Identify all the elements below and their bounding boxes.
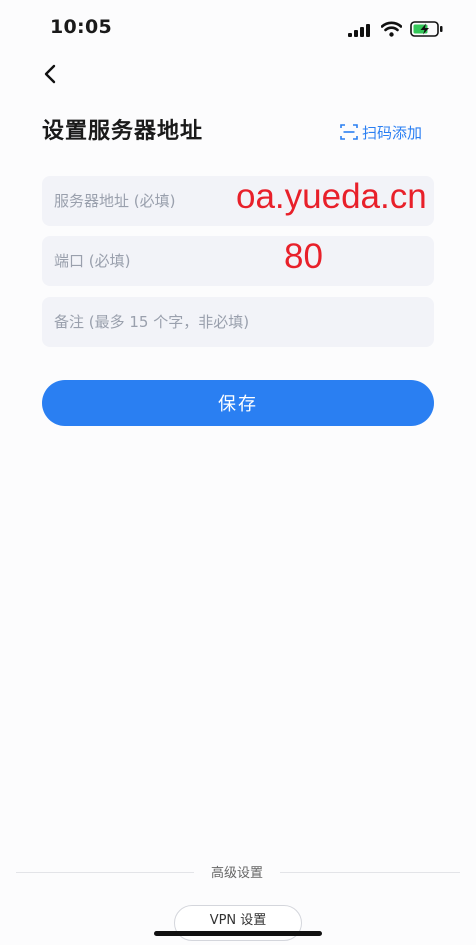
- page-title: 设置服务器地址: [42, 119, 204, 144]
- status-bar: 10:05: [0, 0, 476, 56]
- status-time: 10:05: [50, 16, 112, 38]
- cellular-signal-icon: [348, 24, 370, 37]
- port-field[interactable]: [42, 236, 434, 286]
- advanced-settings-label: 高级设置: [210, 866, 263, 881]
- home-indicator: [154, 931, 322, 936]
- scan-add-button[interactable]: 扫码添加: [340, 120, 422, 144]
- battery-charging-icon: [410, 21, 443, 37]
- port-input[interactable]: [42, 236, 434, 286]
- back-icon[interactable]: [38, 60, 64, 88]
- scan-add-label: 扫码添加: [362, 123, 423, 142]
- note-input[interactable]: [42, 297, 434, 347]
- divider-left: [16, 872, 194, 873]
- wifi-icon: [381, 21, 402, 37]
- server-address-annotation: oa.yueda.cn: [236, 177, 427, 216]
- divider-right: [280, 872, 460, 873]
- scan-icon: [340, 124, 358, 140]
- save-button[interactable]: 保存: [42, 380, 434, 426]
- note-field[interactable]: [42, 297, 434, 347]
- port-annotation: 80: [284, 237, 323, 276]
